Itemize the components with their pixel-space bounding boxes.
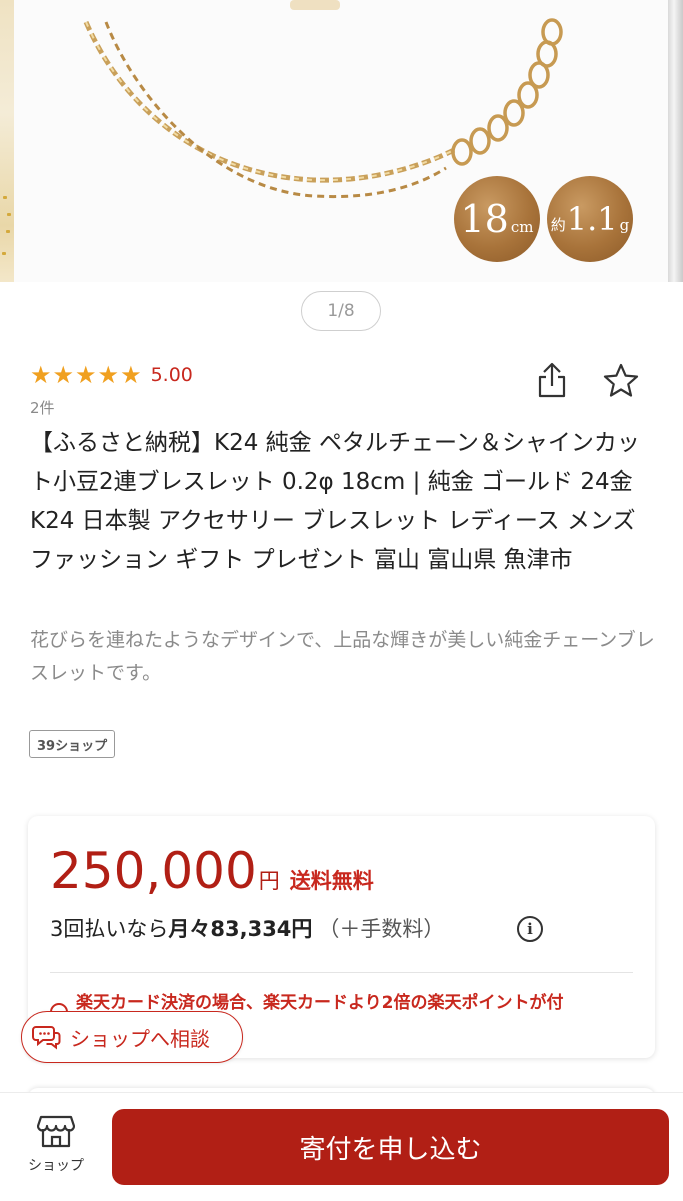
installment-amount: 月々83,334円	[168, 917, 313, 941]
apply-donation-button[interactable]: 寄付を申し込む	[112, 1109, 669, 1185]
previous-image-peek[interactable]	[0, 0, 14, 282]
rakuten-card-point-notice[interactable]: 楽天カード決済の場合、楽天カードより2倍の楽天ポイントが付	[76, 988, 564, 1013]
shop-tag-badge: 39ショップ	[29, 730, 116, 758]
length-value: 18	[460, 197, 509, 241]
length-unit: cm	[510, 218, 534, 236]
info-icon[interactable]: i	[517, 916, 543, 942]
shop-nav-label: ショップ	[28, 1158, 84, 1174]
bottom-action-bar: ショップ 寄付を申し込む	[0, 1092, 683, 1201]
consult-shop-button[interactable]: ショップへ相談	[21, 1011, 243, 1063]
price-currency: 円	[258, 869, 280, 893]
product-photo[interactable]: 18 cm 約 1.1 g	[14, 0, 668, 282]
weight-unit: g	[619, 216, 630, 234]
installment-fee: （＋手数料）	[318, 917, 445, 941]
consult-shop-label: ショップへ相談	[70, 1026, 210, 1051]
product-image-gallery[interactable]: 18 cm 約 1.1 g	[0, 0, 683, 282]
product-title: 【ふるさと納税】K24 純金 ペタルチェーン＆シャインカット小豆2連ブレスレット…	[30, 430, 640, 573]
installment-info: 3回払いなら 月々83,334円 （＋手数料）	[50, 913, 444, 943]
shop-nav-button[interactable]: ショップ	[16, 1113, 96, 1175]
share-icon[interactable]	[533, 360, 571, 400]
rating-value: 5.00	[150, 364, 193, 386]
product-description: 花びらを連ねたようなデザインで、上品な輝きが美しい純金チェーンブレスレットです。	[30, 629, 655, 684]
price-amount: 250,000	[50, 842, 257, 900]
storefront-icon	[37, 1115, 75, 1148]
weight-prefix: 約	[550, 216, 566, 234]
weight-badge: 約 1.1 g	[547, 176, 633, 262]
favorite-star-icon[interactable]	[601, 361, 641, 401]
image-pager-indicator: 1/8	[301, 291, 381, 331]
length-badge: 18 cm	[454, 176, 540, 262]
installment-prefix: 3回払いなら	[50, 917, 169, 941]
price-line: 250,000 円 送料無料	[50, 842, 374, 900]
rating-stars: ★★★★★	[30, 361, 143, 389]
free-shipping-label: 送料無料	[289, 869, 374, 893]
chat-bubbles-icon	[32, 1026, 61, 1050]
rating-summary[interactable]: ★★★★★ 5.00	[30, 361, 193, 389]
next-image-peek[interactable]	[668, 0, 683, 282]
price-card-divider	[50, 972, 633, 973]
review-count[interactable]: 2件	[30, 397, 55, 418]
weight-value: 1.1	[566, 200, 618, 238]
